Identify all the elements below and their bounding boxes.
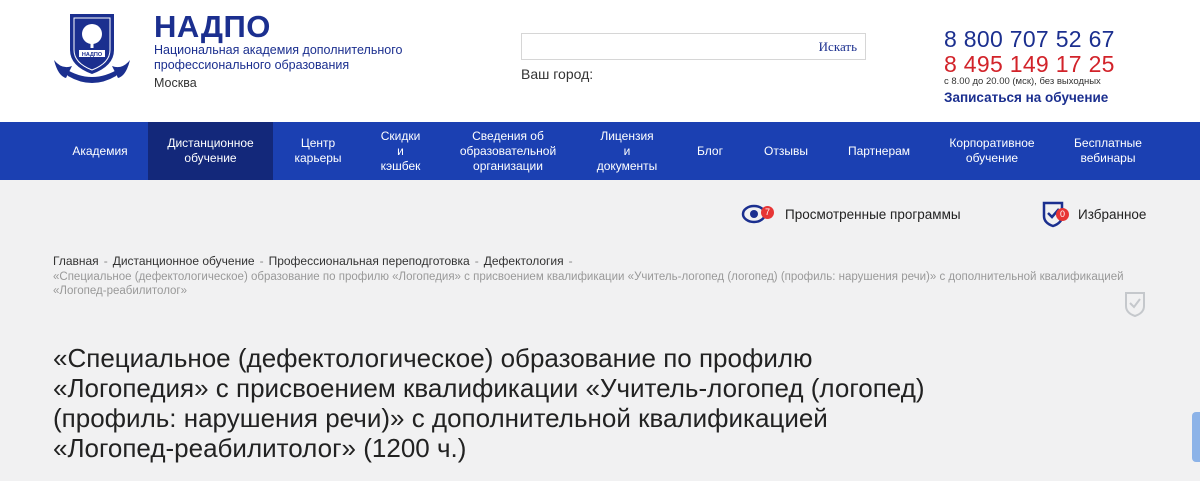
nav-item-reviews[interactable]: Отзывы bbox=[744, 122, 828, 180]
nav-item-label: Дистанционное обучение bbox=[167, 136, 254, 165]
breadcrumb-separator: - bbox=[568, 254, 573, 268]
nav-item-label: Скидки и кэшбек bbox=[380, 128, 421, 173]
nav-item-corporate[interactable]: Корпоративное обучение bbox=[930, 122, 1054, 180]
phone-primary[interactable]: 8 800 707 52 67 bbox=[944, 26, 1115, 53]
nav-item-label: Корпоративное обучение bbox=[949, 136, 1035, 165]
favorites-count-badge: 0 bbox=[1056, 208, 1069, 221]
search-input[interactable] bbox=[522, 34, 802, 59]
eye-icon: 7 bbox=[741, 200, 775, 228]
nav-item-label: Сведения об образовательной организации bbox=[459, 128, 557, 173]
scrollbar-thumb[interactable] bbox=[1192, 412, 1200, 462]
enroll-link[interactable]: Записаться на обучение bbox=[944, 90, 1108, 105]
breadcrumb-item[interactable]: Дистанционное обучение bbox=[113, 254, 255, 268]
nav-item-license[interactable]: Лицензия и документы bbox=[578, 122, 676, 180]
nav-item-label: Партнерам bbox=[847, 143, 911, 158]
nav-item-label: Лицензия и документы bbox=[596, 128, 658, 173]
breadcrumb-current: «Специальное (дефектологическое) образов… bbox=[53, 271, 1124, 297]
nav-item-webinars[interactable]: Бесплатные вебинары bbox=[1054, 122, 1162, 180]
nav-item-academy[interactable]: Академия bbox=[52, 122, 148, 180]
breadcrumb-item[interactable]: Главная bbox=[53, 254, 99, 268]
search-button[interactable]: Искать bbox=[819, 39, 857, 55]
nav-item-distance-learning[interactable]: Дистанционное обучение bbox=[148, 122, 273, 180]
brand-description: Национальная академия дополнительного пр… bbox=[154, 43, 403, 72]
nav-item-label: Бесплатные вебинары bbox=[1074, 136, 1142, 165]
page-title: «Специальное (дефектологическое) образов… bbox=[53, 343, 925, 463]
favorites-label: Избранное bbox=[1078, 206, 1147, 222]
nav-item-discounts[interactable]: Скидки и кэшбек bbox=[363, 122, 438, 180]
breadcrumb-item[interactable]: Дефектология bbox=[484, 254, 564, 268]
viewed-programs-label: Просмотренные программы bbox=[785, 206, 961, 222]
favorites-link[interactable]: 0 Избранное bbox=[1042, 200, 1146, 228]
academy-logo-icon[interactable]: НАДПО bbox=[52, 10, 132, 86]
city-selector[interactable]: Ваш город: bbox=[521, 66, 593, 82]
nav-item-career-center[interactable]: Центр карьеры bbox=[273, 122, 363, 180]
brand-city: Москва bbox=[154, 76, 197, 90]
breadcrumb-separator: - bbox=[259, 254, 264, 268]
viewed-count-badge: 7 bbox=[761, 206, 774, 219]
nav-item-label: Центр карьеры bbox=[294, 136, 342, 165]
add-favorite-icon[interactable] bbox=[1124, 291, 1146, 317]
search-box: Искать bbox=[521, 33, 866, 60]
nav-item-label: Блог bbox=[697, 143, 723, 158]
breadcrumb: Главная - Дистанционное обучение - Профессио… bbox=[53, 254, 578, 268]
nav-item-partners[interactable]: Партнерам bbox=[828, 122, 930, 180]
main-nav: Академия Дистанционное обучение Центр ка… bbox=[0, 122, 1200, 180]
viewed-programs-link[interactable]: 7 Просмотренные программы bbox=[741, 200, 961, 228]
site-header: НАДПО НАДПО Национальная академия дополн… bbox=[0, 0, 1200, 122]
brand-name[interactable]: НАДПО bbox=[154, 9, 271, 45]
breadcrumb-item[interactable]: Профессиональная переподготовка bbox=[269, 254, 470, 268]
breadcrumb-separator: - bbox=[474, 254, 479, 268]
nav-item-label: Академия bbox=[72, 143, 128, 158]
breadcrumb-separator: - bbox=[103, 254, 108, 268]
nav-item-organization-info[interactable]: Сведения об образовательной организации bbox=[438, 122, 578, 180]
nav-item-label: Отзывы bbox=[764, 143, 808, 158]
shield-check-icon: 0 bbox=[1042, 200, 1072, 228]
svg-text:НАДПО: НАДПО bbox=[82, 52, 103, 58]
working-hours: с 8.00 до 20.00 (мск), без выходных bbox=[944, 76, 1101, 87]
nav-item-blog[interactable]: Блог bbox=[676, 122, 744, 180]
phone-secondary[interactable]: 8 495 149 17 25 bbox=[944, 51, 1115, 78]
